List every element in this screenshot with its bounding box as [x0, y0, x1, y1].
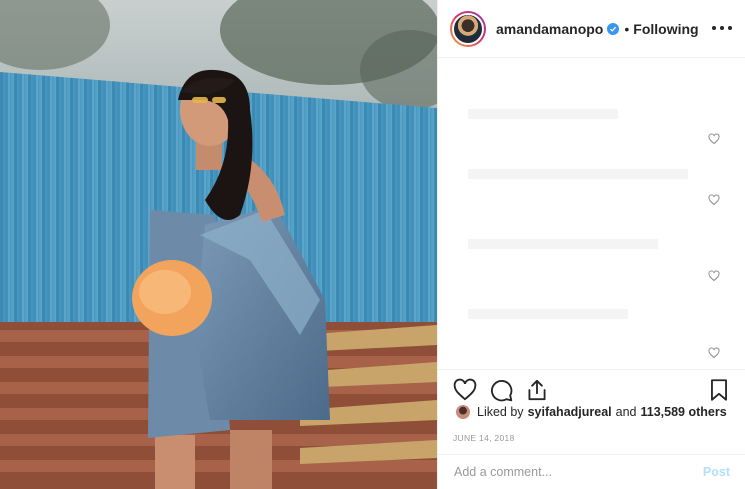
liker-avatar	[456, 405, 470, 419]
heart-icon[interactable]	[708, 270, 720, 282]
comment-input[interactable]	[454, 465, 703, 479]
likes-summary[interactable]: Liked by syifahadjureal and 113,589 othe…	[456, 405, 727, 419]
heart-icon[interactable]	[708, 347, 720, 359]
heart-icon[interactable]	[708, 133, 720, 145]
verified-badge-icon	[607, 22, 620, 35]
post-date[interactable]: JUNE 14, 2018	[453, 433, 515, 443]
faded-comments-content	[468, 109, 688, 319]
post-actions-bar	[438, 369, 745, 409]
separator-dot: •	[624, 20, 630, 37]
likes-count-link[interactable]: 113,589 others	[641, 405, 727, 419]
post-photo[interactable]	[0, 0, 437, 489]
liker-username-link[interactable]: syifahadjureal	[528, 405, 612, 419]
comment-bubble-icon[interactable]	[488, 377, 514, 403]
username-link[interactable]: amandamanopo	[496, 21, 603, 37]
post-comment-button[interactable]: Post	[703, 465, 730, 479]
post-header: amandamanopo • Following	[438, 0, 745, 58]
following-button[interactable]: Following	[633, 21, 698, 37]
heart-icon[interactable]	[452, 377, 478, 403]
bookmark-icon[interactable]	[706, 377, 732, 403]
post-side-panel: amandamanopo • Following Liked by syifah…	[437, 0, 745, 489]
avatar-image	[452, 12, 484, 45]
share-icon[interactable]	[524, 377, 550, 403]
more-options-icon[interactable]	[712, 20, 732, 36]
profile-avatar[interactable]	[450, 10, 486, 47]
likes-conjunction: and	[615, 405, 637, 419]
heart-icon[interactable]	[708, 194, 720, 206]
comments-list[interactable]	[438, 59, 745, 369]
likes-prefix: Liked by	[477, 405, 524, 419]
comment-form: Post	[438, 454, 745, 489]
post-photo-image	[0, 0, 437, 489]
